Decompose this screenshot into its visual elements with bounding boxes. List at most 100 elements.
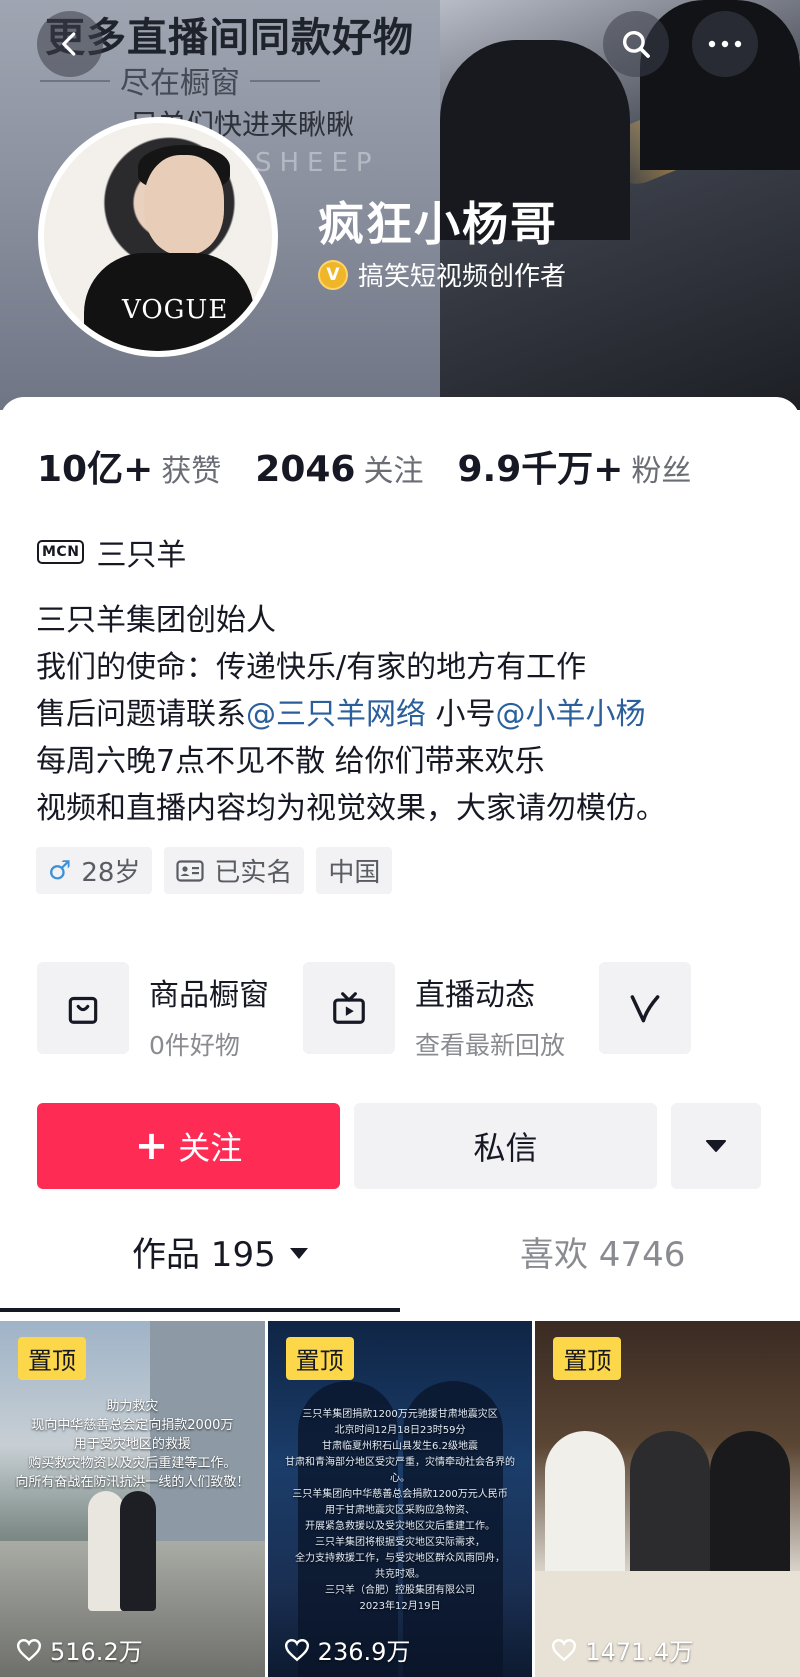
mcn-name: 三只羊: [96, 538, 187, 573]
stat-following-label: 关注: [363, 454, 424, 489]
overlay-line: 三只羊集团捐款1200万元驰援甘肃地震灾区: [302, 1409, 498, 1420]
profile-card: 10亿+ 获赞 2046 关注 9.9千万+ 粉丝 MCN 三只羊 三只羊集团创…: [0, 397, 800, 1677]
avatar-face: [144, 155, 224, 255]
bio-line: 我们的使命：传递快乐/有家的地方有工作: [36, 650, 587, 685]
overlay-line: 开展紧急救援以及受灾地区灾后重建工作。: [305, 1521, 495, 1532]
avatar[interactable]: VOGUE: [38, 117, 278, 357]
video-overlay-text: 三只羊集团捐款1200万元驰援甘肃地震灾区 北京时间12月18日23时59分 甘…: [278, 1407, 523, 1615]
feature-live-text: 直播动态 查看最新回放: [415, 962, 565, 1062]
video-likes: 1471.4万: [551, 1632, 693, 1667]
heart-icon: [16, 1638, 42, 1661]
action-buttons: + 关注 私信: [37, 1103, 761, 1189]
video-thumbnail[interactable]: 三只羊集团捐款1200万元驰援甘肃地震灾区 北京时间12月18日23时59分 甘…: [267, 1321, 533, 1677]
tag-verified-label: 已实名: [214, 858, 293, 888]
overlay-line: 用于甘肃地震灾区采购应急物资、: [325, 1505, 475, 1516]
stat-likes[interactable]: 10亿+ 获赞: [37, 440, 221, 492]
mcn-row[interactable]: MCN 三只羊: [37, 530, 186, 574]
more-options-button[interactable]: [692, 11, 758, 77]
search-button[interactable]: [603, 11, 669, 77]
overlay-line: 三只羊集团将根据受灾地区实际需求，: [315, 1537, 485, 1548]
plus-icon: +: [134, 1123, 169, 1169]
tag-verified: 已实名: [164, 847, 305, 894]
triangle-down-icon: [706, 1140, 726, 1152]
stat-followers[interactable]: 9.9千万+ 粉丝: [457, 440, 691, 492]
thumb-person: [710, 1431, 791, 1581]
profile-nickname: 疯狂小杨哥: [318, 197, 558, 251]
message-button[interactable]: 私信: [354, 1103, 657, 1189]
video-grid: 助力救灾 现向中华慈善总会定向捐款2000万 用于受灾地区的救援 购买救灾物资以…: [0, 1321, 800, 1677]
bag-icon: [68, 996, 98, 1024]
feature-shop-window-icon-box: [37, 962, 129, 1054]
tab-works[interactable]: 作品 195: [132, 1227, 308, 1276]
video-likes-count: 1471.4万: [585, 1638, 694, 1666]
feature-title: 直播动态: [415, 978, 535, 1013]
video-overlay-text: 助力救灾 现向中华慈善总会定向捐款2000万 用于受灾地区的救援 购买救灾物资以…: [10, 1397, 255, 1492]
bio-line: 售后问题请联系@三只羊网络 小号@小羊小杨: [36, 691, 776, 738]
overlay-line: 向所有奋战在防汛抗洪一线的人们致敬！: [15, 1475, 250, 1490]
feature-title: 商品橱窗: [149, 978, 269, 1013]
thumb-person: [545, 1431, 626, 1581]
overlay-line: 甘肃临夏州积石山县发生6.2级地震: [322, 1441, 478, 1452]
tag-age: 28岁: [81, 858, 141, 888]
video-thumbnail[interactable]: 助力救灾 现向中华慈善总会定向捐款2000万 用于受灾地区的救援 购买救灾物资以…: [0, 1321, 265, 1677]
pinned-badge: 置顶: [553, 1337, 622, 1380]
profile-tags: ♂ 28岁 已实名 中国: [36, 847, 393, 894]
male-icon: ♂: [48, 855, 72, 886]
overlay-line: 三只羊集团向中华慈善总会捐款1200万元人民币: [292, 1489, 508, 1500]
back-button[interactable]: [37, 11, 103, 77]
video-thumbnail[interactable]: 置顶 1471.4万: [535, 1321, 800, 1677]
stat-followers-value: 9.9千万+: [457, 449, 624, 490]
overlay-line: 三只羊（合肥）控股集团有限公司: [325, 1585, 475, 1596]
pinned-badge: 置顶: [285, 1337, 354, 1380]
tv-icon: [333, 992, 365, 1024]
thumb-person: [120, 1491, 156, 1611]
feature-shop-window-text: 商品橱窗 0件好物: [149, 962, 269, 1062]
feature-more-icon-box: [599, 962, 692, 1054]
feature-more[interactable]: [599, 962, 692, 1062]
chevron-left-icon: [62, 32, 76, 56]
tab-likes-label: 喜欢 4746: [520, 1235, 686, 1275]
message-label: 私信: [473, 1129, 538, 1167]
verification-label: 搞笑短视频创作者: [358, 262, 567, 292]
bio-text: 售后问题请联系: [36, 697, 246, 732]
tag-gender-age: ♂ 28岁: [36, 847, 153, 894]
mention-link[interactable]: @三只羊网络: [246, 697, 426, 732]
pinned-badge: 置顶: [18, 1337, 86, 1380]
recommend-dropdown-button[interactable]: [671, 1103, 761, 1189]
video-likes: 516.2万: [16, 1632, 143, 1667]
banner-watermark: SHEEP: [255, 148, 380, 178]
tag-region-label: 中国: [328, 858, 381, 888]
follow-label: 关注: [178, 1129, 243, 1167]
search-icon: [622, 30, 650, 58]
content-tabs: 作品 195 喜欢 4746: [0, 1227, 800, 1312]
overlay-line: 全力支持救援工作，与受灾地区群众风雨同舟，: [295, 1553, 505, 1564]
feature-tiles: 商品橱窗 0件好物 直播动态 查看最新回放: [37, 962, 692, 1062]
stat-following-value: 2046: [255, 449, 356, 490]
stat-likes-label: 获赞: [161, 454, 222, 489]
verified-badge-icon: V: [318, 259, 348, 290]
banner-subline: 尽在橱窗: [40, 58, 320, 102]
heart-icon: [284, 1638, 309, 1661]
active-tab-indicator: [0, 1308, 400, 1312]
overlay-line: 用于受灾地区的救援: [73, 1437, 191, 1452]
stat-following[interactable]: 2046 关注: [255, 446, 423, 490]
v-logo-icon: [630, 995, 660, 1023]
feature-subtitle: 0件好物: [149, 1031, 240, 1060]
bio-line: 视频和直播内容均为视觉效果，大家请勿模仿。: [36, 791, 666, 826]
tab-likes[interactable]: 喜欢 4746: [520, 1227, 685, 1276]
feature-shop-window[interactable]: 商品橱窗 0件好物: [37, 962, 269, 1062]
video-likes-count: 516.2万: [50, 1638, 143, 1666]
follow-button[interactable]: + 关注: [37, 1103, 340, 1189]
feature-live[interactable]: 直播动态 查看最新回放: [303, 962, 565, 1062]
thumb-person: [88, 1491, 124, 1611]
tab-works-label: 作品 195: [132, 1235, 276, 1275]
caret-down-icon: [289, 1248, 308, 1259]
profile-banner: 更多直播间同款好物 尽在橱窗 兄弟们快进来瞅瞅 SHEEP VOGUE 疯狂小杨…: [0, 0, 800, 410]
overlay-line: 北京时间12月18日23时59分: [334, 1425, 466, 1436]
more-dots-icon: [708, 40, 742, 48]
mention-link[interactable]: @小羊小杨: [496, 697, 646, 732]
heart-icon: [552, 1638, 577, 1661]
overlay-line: 甘肃和青海部分地区受灾严重，灾情牵动社会各界的心。: [285, 1457, 515, 1484]
stat-followers-label: 粉丝: [631, 454, 692, 489]
avatar-shirt-print: VOGUE: [122, 295, 229, 325]
